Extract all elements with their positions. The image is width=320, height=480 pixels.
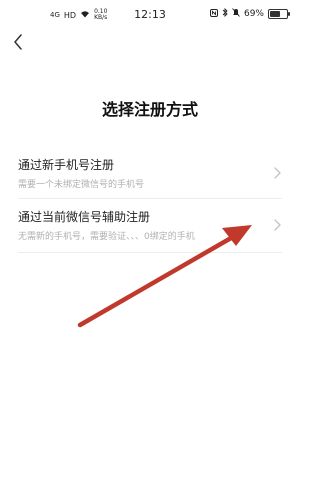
divider: [18, 252, 282, 253]
chevron-right-icon: [274, 167, 281, 179]
option-description: 需要一个未绑定微信号的手机号: [18, 180, 145, 190]
battery-level-fill: [270, 11, 280, 17]
option-new-phone-register[interactable]: 通过新手机号注册 需要一个未绑定微信号的手机号: [18, 150, 282, 198]
status-right-cluster: 69%: [209, 7, 290, 20]
register-method-screen: 4G HD 0.10 KB/s 12:13 69% 选择注册方式 通过新手机号注…: [0, 0, 300, 480]
status-bar: 4G HD 0.10 KB/s 12:13 69%: [0, 0, 300, 28]
option-description: 无需新的手机号，需要验证、、、0绑定的手机: [18, 232, 195, 242]
chevron-left-icon: [14, 34, 22, 50]
nfc-icon: [209, 8, 218, 20]
battery-icon: [268, 9, 290, 19]
chevron-right-icon: [274, 219, 281, 231]
bluetooth-icon: [222, 7, 228, 20]
option-title: 通过新手机号注册: [18, 158, 115, 172]
silent-icon: [232, 8, 240, 20]
back-button[interactable]: [8, 32, 28, 52]
option-wechat-assisted-register[interactable]: 通过当前微信号辅助注册 无需新的手机号，需要验证、、、0绑定的手机: [18, 202, 282, 250]
battery-percent: 69%: [243, 9, 264, 19]
divider: [18, 198, 282, 199]
option-title: 通过当前微信号辅助注册: [18, 210, 151, 224]
page-title: 选择注册方式: [101, 100, 198, 119]
